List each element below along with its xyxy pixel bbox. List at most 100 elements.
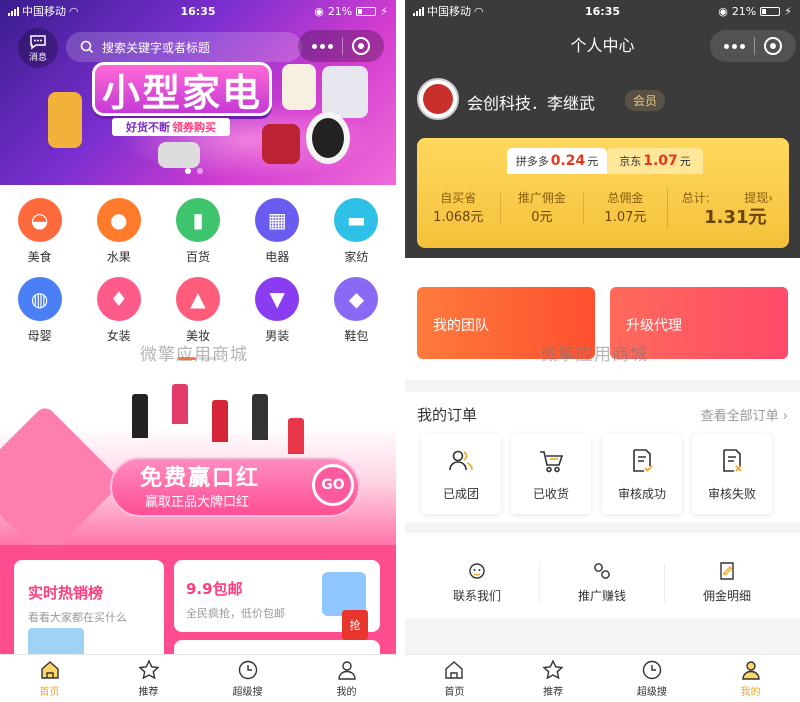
withdraw-link[interactable]: 提现› bbox=[744, 188, 773, 208]
capsule-divider bbox=[753, 37, 755, 55]
promo-title: 免费赢口红 bbox=[140, 466, 261, 491]
category-icon: ▲ bbox=[175, 277, 220, 321]
go-button[interactable]: GO bbox=[312, 464, 354, 506]
search-bar[interactable]: 搜索关键字或者标题 bbox=[66, 32, 302, 62]
clock: 16:35 bbox=[584, 4, 621, 18]
lipstick-4 bbox=[252, 394, 268, 440]
stat-value: 0元 bbox=[531, 210, 553, 225]
page-dot-active bbox=[185, 168, 191, 174]
carrier: 中国移动 ◠ bbox=[8, 3, 79, 19]
appliance-kettle bbox=[282, 64, 316, 110]
watermark-text: 微擎应用商城 bbox=[140, 345, 248, 365]
jd-value: 1.07 bbox=[643, 153, 678, 169]
lipstick-promo-banner[interactable]: 免费赢口红 赢取正品大牌口红 GO bbox=[0, 372, 396, 552]
category-item[interactable]: ▼ 男装 bbox=[238, 277, 317, 344]
chat-icon bbox=[30, 34, 46, 49]
message-button[interactable]: 消息 bbox=[18, 28, 58, 68]
signal-icon bbox=[8, 6, 19, 16]
battery-icon bbox=[356, 6, 377, 16]
category-item[interactable]: ▦ 电器 bbox=[238, 198, 317, 265]
category-item[interactable]: ◍ 母婴 bbox=[0, 277, 79, 344]
category-item[interactable]: ◒ 美食 bbox=[0, 198, 79, 265]
category-icon: ▮ bbox=[175, 198, 220, 242]
category-icon: ● bbox=[96, 198, 141, 242]
order-rejected[interactable]: 审核失败 bbox=[692, 434, 772, 514]
tab-super-search-label: 超级搜 bbox=[232, 687, 263, 698]
home-screen: 小型家电 好货不断 领券购买 中国移动 ◠ 16:35 ◉ 21% ⚡ 消息 搜索关键字… bbox=[0, 0, 396, 702]
free-shipping-card[interactable]: 9.9包邮 全民疯抢，低价包邮 抢 bbox=[174, 560, 380, 640]
tab-super-search[interactable]: 超级搜 bbox=[198, 655, 297, 702]
signal-icon bbox=[413, 6, 424, 16]
home-banner[interactable]: 小型家电 好货不断 领券购买 bbox=[0, 0, 396, 185]
user-icon bbox=[741, 661, 760, 680]
more-icon[interactable] bbox=[724, 43, 746, 49]
category-item[interactable]: ♦ 女装 bbox=[79, 277, 158, 344]
category-grid: ◒ 美食 ● 水果 ▮ 百货 ▦ 电器 ▬ 家纺 ◍ 母婴 ♦ 女装 ▲ 美妆 ▼ 男装 ◆ 鞋包 bbox=[0, 198, 396, 344]
appliance-cooker bbox=[262, 124, 300, 164]
tab-recommend[interactable]: 推荐 bbox=[504, 655, 603, 702]
earnings-stats: 自买省 1.068元 推广佣金 0元 总佣金 1.07元 总计: 提现› 1.31元 bbox=[417, 188, 789, 228]
battery-percent: 21% bbox=[731, 4, 757, 18]
appliance-microwave bbox=[158, 142, 200, 168]
tool-divider bbox=[539, 563, 540, 603]
tab-jd[interactable]: 京东 1.07 元 bbox=[607, 148, 703, 174]
tab-pinduoduo[interactable]: 拼多多 0.24 元 bbox=[507, 148, 607, 174]
stat-label: 推广佣金 bbox=[517, 191, 566, 205]
appliance-fan bbox=[306, 112, 350, 164]
category-label: 美食 bbox=[27, 250, 52, 264]
close-miniapp-icon[interactable] bbox=[351, 37, 370, 55]
promote-earn[interactable]: 推广赚钱 bbox=[542, 561, 662, 604]
stat-total: 总计: 提现› 1.31元 bbox=[666, 188, 789, 228]
page-dot bbox=[197, 168, 203, 174]
pdd-unit: 元 bbox=[587, 155, 599, 168]
tab-home-label: 首页 bbox=[39, 687, 60, 698]
pdd-name: 拼多多 bbox=[515, 155, 549, 168]
more-icon[interactable] bbox=[312, 43, 334, 49]
category-label: 百货 bbox=[185, 250, 210, 264]
user-icon bbox=[337, 661, 356, 680]
category-icon: ♦ bbox=[96, 277, 141, 321]
contact-us[interactable]: 联系我们 bbox=[417, 561, 537, 604]
category-item[interactable]: ◆ 鞋包 bbox=[317, 277, 396, 344]
avatar[interactable] bbox=[417, 78, 459, 120]
miniapp-capsule[interactable] bbox=[710, 30, 796, 62]
category-icon: ▦ bbox=[255, 198, 300, 242]
category-label: 家纺 bbox=[344, 250, 369, 264]
home-icon bbox=[40, 661, 59, 679]
stat-self-saved: 自买省 1.068元 bbox=[417, 188, 500, 228]
category-item[interactable]: ▮ 百货 bbox=[158, 198, 237, 265]
grab-tag[interactable]: 抢 bbox=[342, 610, 368, 640]
category-item[interactable]: ● 水果 bbox=[79, 198, 158, 265]
search-icon bbox=[80, 40, 94, 54]
star-icon bbox=[137, 659, 160, 680]
close-miniapp-icon[interactable] bbox=[763, 37, 782, 55]
order-approved[interactable]: 审核成功 bbox=[602, 434, 682, 514]
tools-section: 联系我们 推广赚钱 佣金明细 bbox=[405, 533, 800, 618]
view-all-orders-link[interactable]: 查看全部订单 › bbox=[701, 405, 788, 424]
tab-home[interactable]: 首页 bbox=[405, 655, 504, 702]
category-item[interactable]: ▬ 家纺 bbox=[317, 198, 396, 265]
category-label: 鞋包 bbox=[344, 329, 369, 343]
doc-check-icon bbox=[633, 448, 653, 472]
banner-sub2: 领券购买 bbox=[172, 121, 216, 134]
tab-recommend[interactable]: 推荐 bbox=[99, 655, 198, 702]
tab-recommend-label: 推荐 bbox=[543, 687, 564, 698]
tab-mine[interactable]: 我的 bbox=[297, 655, 396, 702]
order-grouped[interactable]: 已成团 bbox=[421, 434, 501, 514]
commission-details[interactable]: 佣金明细 bbox=[667, 561, 787, 604]
tab-mine[interactable]: 我的 bbox=[701, 655, 800, 702]
orders-title: 我的订单 bbox=[417, 406, 478, 424]
tab-super-search[interactable]: 超级搜 bbox=[603, 655, 702, 702]
category-icon: ◆ bbox=[334, 277, 379, 321]
category-label: 水果 bbox=[106, 250, 131, 264]
watermark-text: 微擎应用商城 bbox=[540, 345, 648, 365]
miniapp-capsule[interactable] bbox=[298, 30, 384, 62]
support-icon bbox=[469, 563, 485, 579]
order-received[interactable]: 已收货 bbox=[511, 434, 591, 514]
tab-home[interactable]: 首页 bbox=[0, 655, 99, 702]
category-item[interactable]: ▲ 美妆 bbox=[158, 277, 237, 344]
orders-section: 我的订单 查看全部订单 › 已成团 已收货 审核成功 审核失败 bbox=[405, 392, 800, 522]
profile-screen: 个人中心 会创科技．李继武 会员 拼多多 0.24 元 京东 1.07 元 自买省 1.0… bbox=[405, 0, 800, 702]
stat-label: 自买省 bbox=[440, 191, 477, 205]
avatar-logo bbox=[423, 84, 453, 114]
